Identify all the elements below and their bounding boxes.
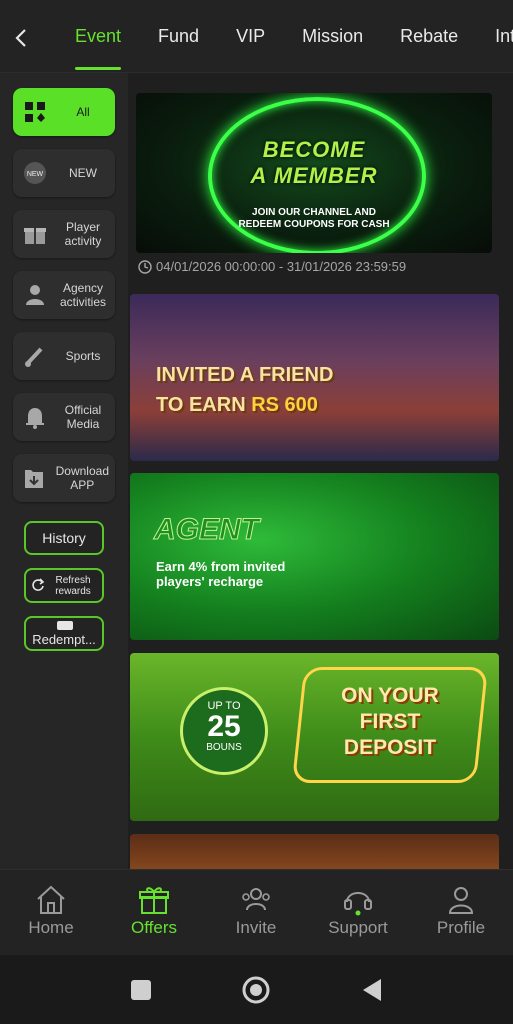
clock-icon — [138, 259, 152, 274]
event-date-range: 04/01/2026 00:00:00 - 31/01/2026 23:59:5… — [138, 259, 406, 274]
category-tabs: Event Fund VIP Mission Rebate Int — [58, 0, 513, 72]
events-list: BECOME A MEMBER JOIN OUR CHANNEL AND REDEE… — [128, 73, 513, 869]
partial-banner[interactable] — [130, 834, 499, 869]
download-icon — [13, 466, 56, 490]
banner-subtitle: Earn 4% from invited players' recharge — [156, 559, 286, 589]
headset-icon — [344, 892, 372, 916]
sidebar-item-label: Official Media — [64, 403, 102, 431]
tab-mission[interactable]: Mission — [285, 0, 383, 72]
first-deposit-banner[interactable]: UP TO 25 BOUNS ON YOUR FIRST DEPOSIT — [130, 653, 499, 821]
sidebar-item-label: Agency activities — [59, 281, 106, 309]
banner-subtitle: JOIN OUR CHANNEL AND REDEEM COUPONS FOR C… — [238, 207, 390, 230]
banner-title: ON YOUR FIRST DEPOSIT — [341, 684, 439, 759]
back-arrow-icon[interactable] — [10, 26, 34, 50]
invite-icon — [242, 888, 270, 911]
sidebar-item-label: Download APP — [55, 464, 109, 492]
bell-icon — [13, 405, 57, 429]
bottom-nav: Home Offers Invite Support Profile — [0, 869, 513, 956]
redemption-button[interactable]: Redempt... — [24, 616, 104, 651]
nav-offers[interactable]: Offers — [114, 884, 194, 938]
home-icon — [37, 885, 65, 914]
sidebar-item-agency-activities[interactable]: Agency activities — [13, 271, 115, 319]
redemption-label: Redempt... — [32, 632, 96, 647]
profile-icon — [448, 887, 474, 914]
sports-icon — [13, 344, 57, 368]
refresh-rewards-button[interactable]: Refresh rewards — [24, 568, 104, 603]
agent-icon — [13, 283, 57, 307]
agent-banner[interactable]: AGENT Earn 4% from invited players' recha… — [130, 473, 499, 640]
sidebar-item-label: NEW — [69, 166, 97, 180]
ticket-icon — [57, 621, 73, 630]
recents-square-icon[interactable] — [130, 979, 152, 1001]
sidebar-item-new[interactable]: NEW NEW — [13, 149, 115, 197]
sidebar-item-label: Player activity — [64, 220, 102, 248]
become-member-banner[interactable]: BECOME A MEMBER JOIN OUR CHANNEL AND REDEE… — [136, 93, 492, 253]
tab-rebate[interactable]: Rebate — [383, 0, 478, 72]
system-nav-bar — [0, 955, 513, 1024]
category-sidebar: All NEW NEW Player activity Agency activ… — [0, 73, 128, 869]
tab-vip[interactable]: VIP — [219, 0, 285, 72]
offers-gift-icon — [139, 887, 169, 914]
sidebar-item-all[interactable]: All — [13, 88, 115, 136]
sidebar-item-official-media[interactable]: Official Media — [13, 393, 115, 441]
tab-event[interactable]: Event — [58, 0, 141, 72]
refresh-icon — [32, 578, 45, 591]
invite-friend-banner[interactable]: INVITED A FRIEND TO EARN RS 600 — [130, 294, 499, 461]
banner-title: AGENT — [154, 513, 260, 547]
tab-int[interactable]: Int — [478, 0, 513, 72]
sidebar-item-download-app[interactable]: Download APP — [13, 454, 115, 502]
history-button[interactable]: History — [24, 521, 104, 555]
banner-title: BECOME A MEMBER — [250, 137, 378, 188]
sidebar-item-label: Sports — [65, 349, 101, 363]
nav-support[interactable]: Support — [318, 884, 398, 938]
svg-text:NEW: NEW — [27, 171, 44, 178]
nav-home[interactable]: Home — [11, 884, 91, 938]
grid-icon — [13, 101, 57, 123]
tab-fund[interactable]: Fund — [141, 0, 219, 72]
top-bar: Event Fund VIP Mission Rebate Int — [0, 0, 513, 73]
nav-invite[interactable]: Invite — [216, 884, 296, 938]
sidebar-item-sports[interactable]: Sports — [13, 332, 115, 380]
bonus-badge: UP TO 25 BOUNS — [180, 687, 268, 775]
refresh-rewards-label: Refresh rewards — [55, 575, 91, 597]
back-triangle-icon[interactable] — [361, 978, 383, 1002]
sidebar-item-label: All — [76, 105, 90, 119]
gift-icon — [13, 222, 57, 246]
new-badge-icon: NEW — [13, 160, 57, 186]
nav-profile[interactable]: Profile — [421, 884, 501, 938]
home-circle-icon[interactable] — [241, 975, 271, 1005]
sidebar-item-player-activity[interactable]: Player activity — [13, 210, 115, 258]
banner-title: INVITED A FRIEND TO EARN RS 600 — [156, 364, 334, 416]
